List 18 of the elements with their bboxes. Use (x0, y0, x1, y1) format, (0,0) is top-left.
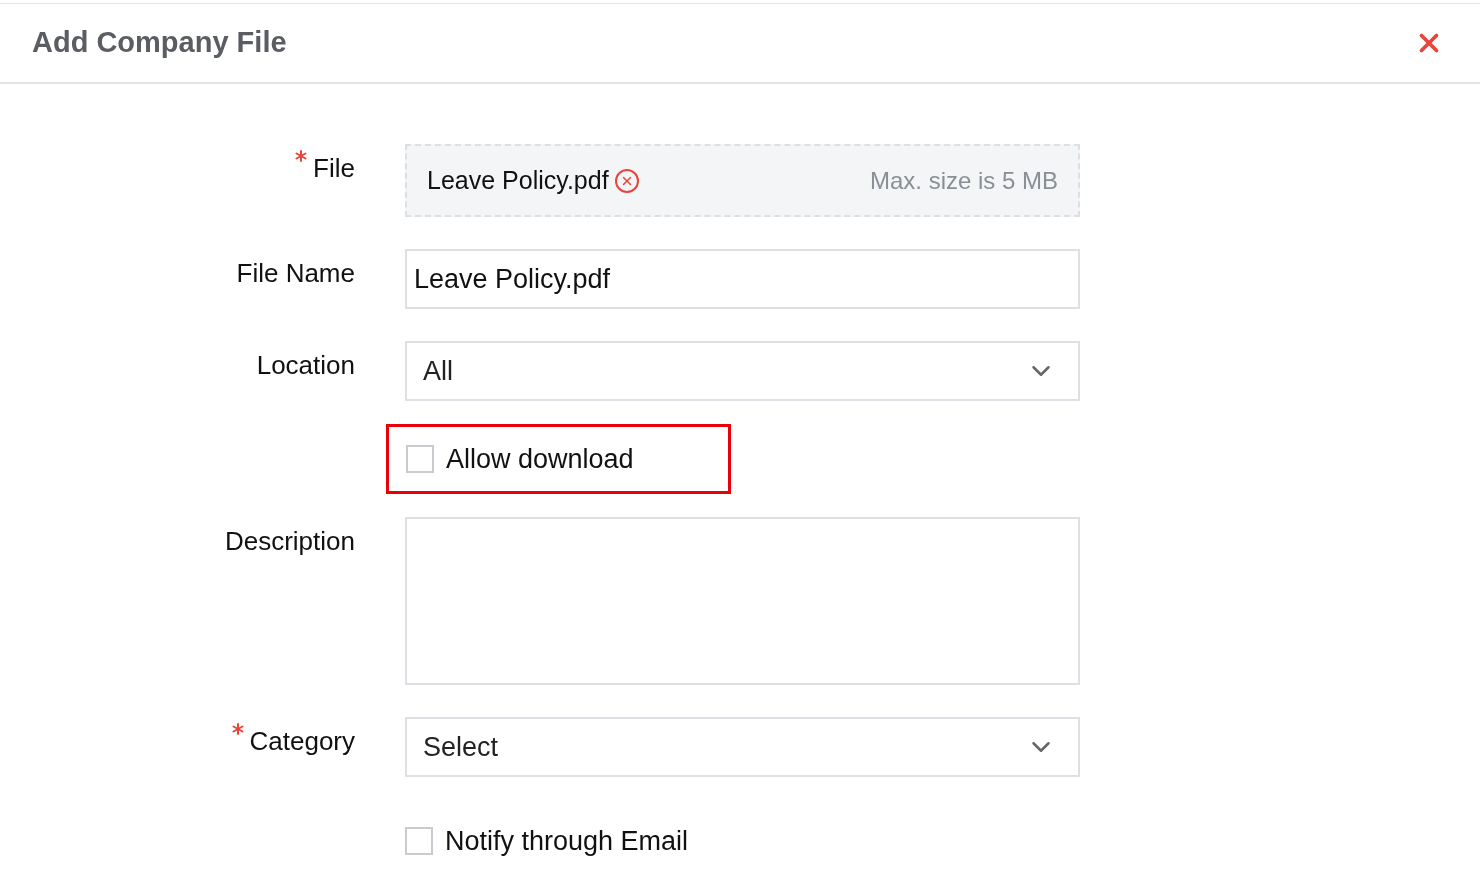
checkbox[interactable] (406, 445, 434, 473)
field-label: Location (256, 349, 355, 381)
field-label: Description (224, 525, 355, 557)
file-name-input[interactable]: Leave Policy.pdf (405, 249, 1080, 309)
checkbox-label: Notify through Email (445, 825, 689, 858)
dialog-title: Add Company File (32, 25, 287, 61)
remove-icon[interactable] (614, 168, 639, 193)
field-label: File (313, 152, 355, 184)
checkbox[interactable] (405, 827, 433, 856)
file-name: Leave Policy.pdf (427, 164, 609, 196)
description-input[interactable] (405, 517, 1080, 685)
checkbox-label: Allow download (446, 442, 634, 476)
field-label: Category (249, 725, 355, 757)
select-dropdown[interactable]: Select (405, 717, 1080, 777)
field-label: File Name (236, 257, 355, 289)
size-hint: Max. size is 5 MB (869, 165, 1058, 196)
file-upload-area[interactable]: Leave Policy.pdf Max. size is 5 MB (405, 144, 1080, 217)
select-dropdown[interactable]: All (405, 341, 1080, 401)
